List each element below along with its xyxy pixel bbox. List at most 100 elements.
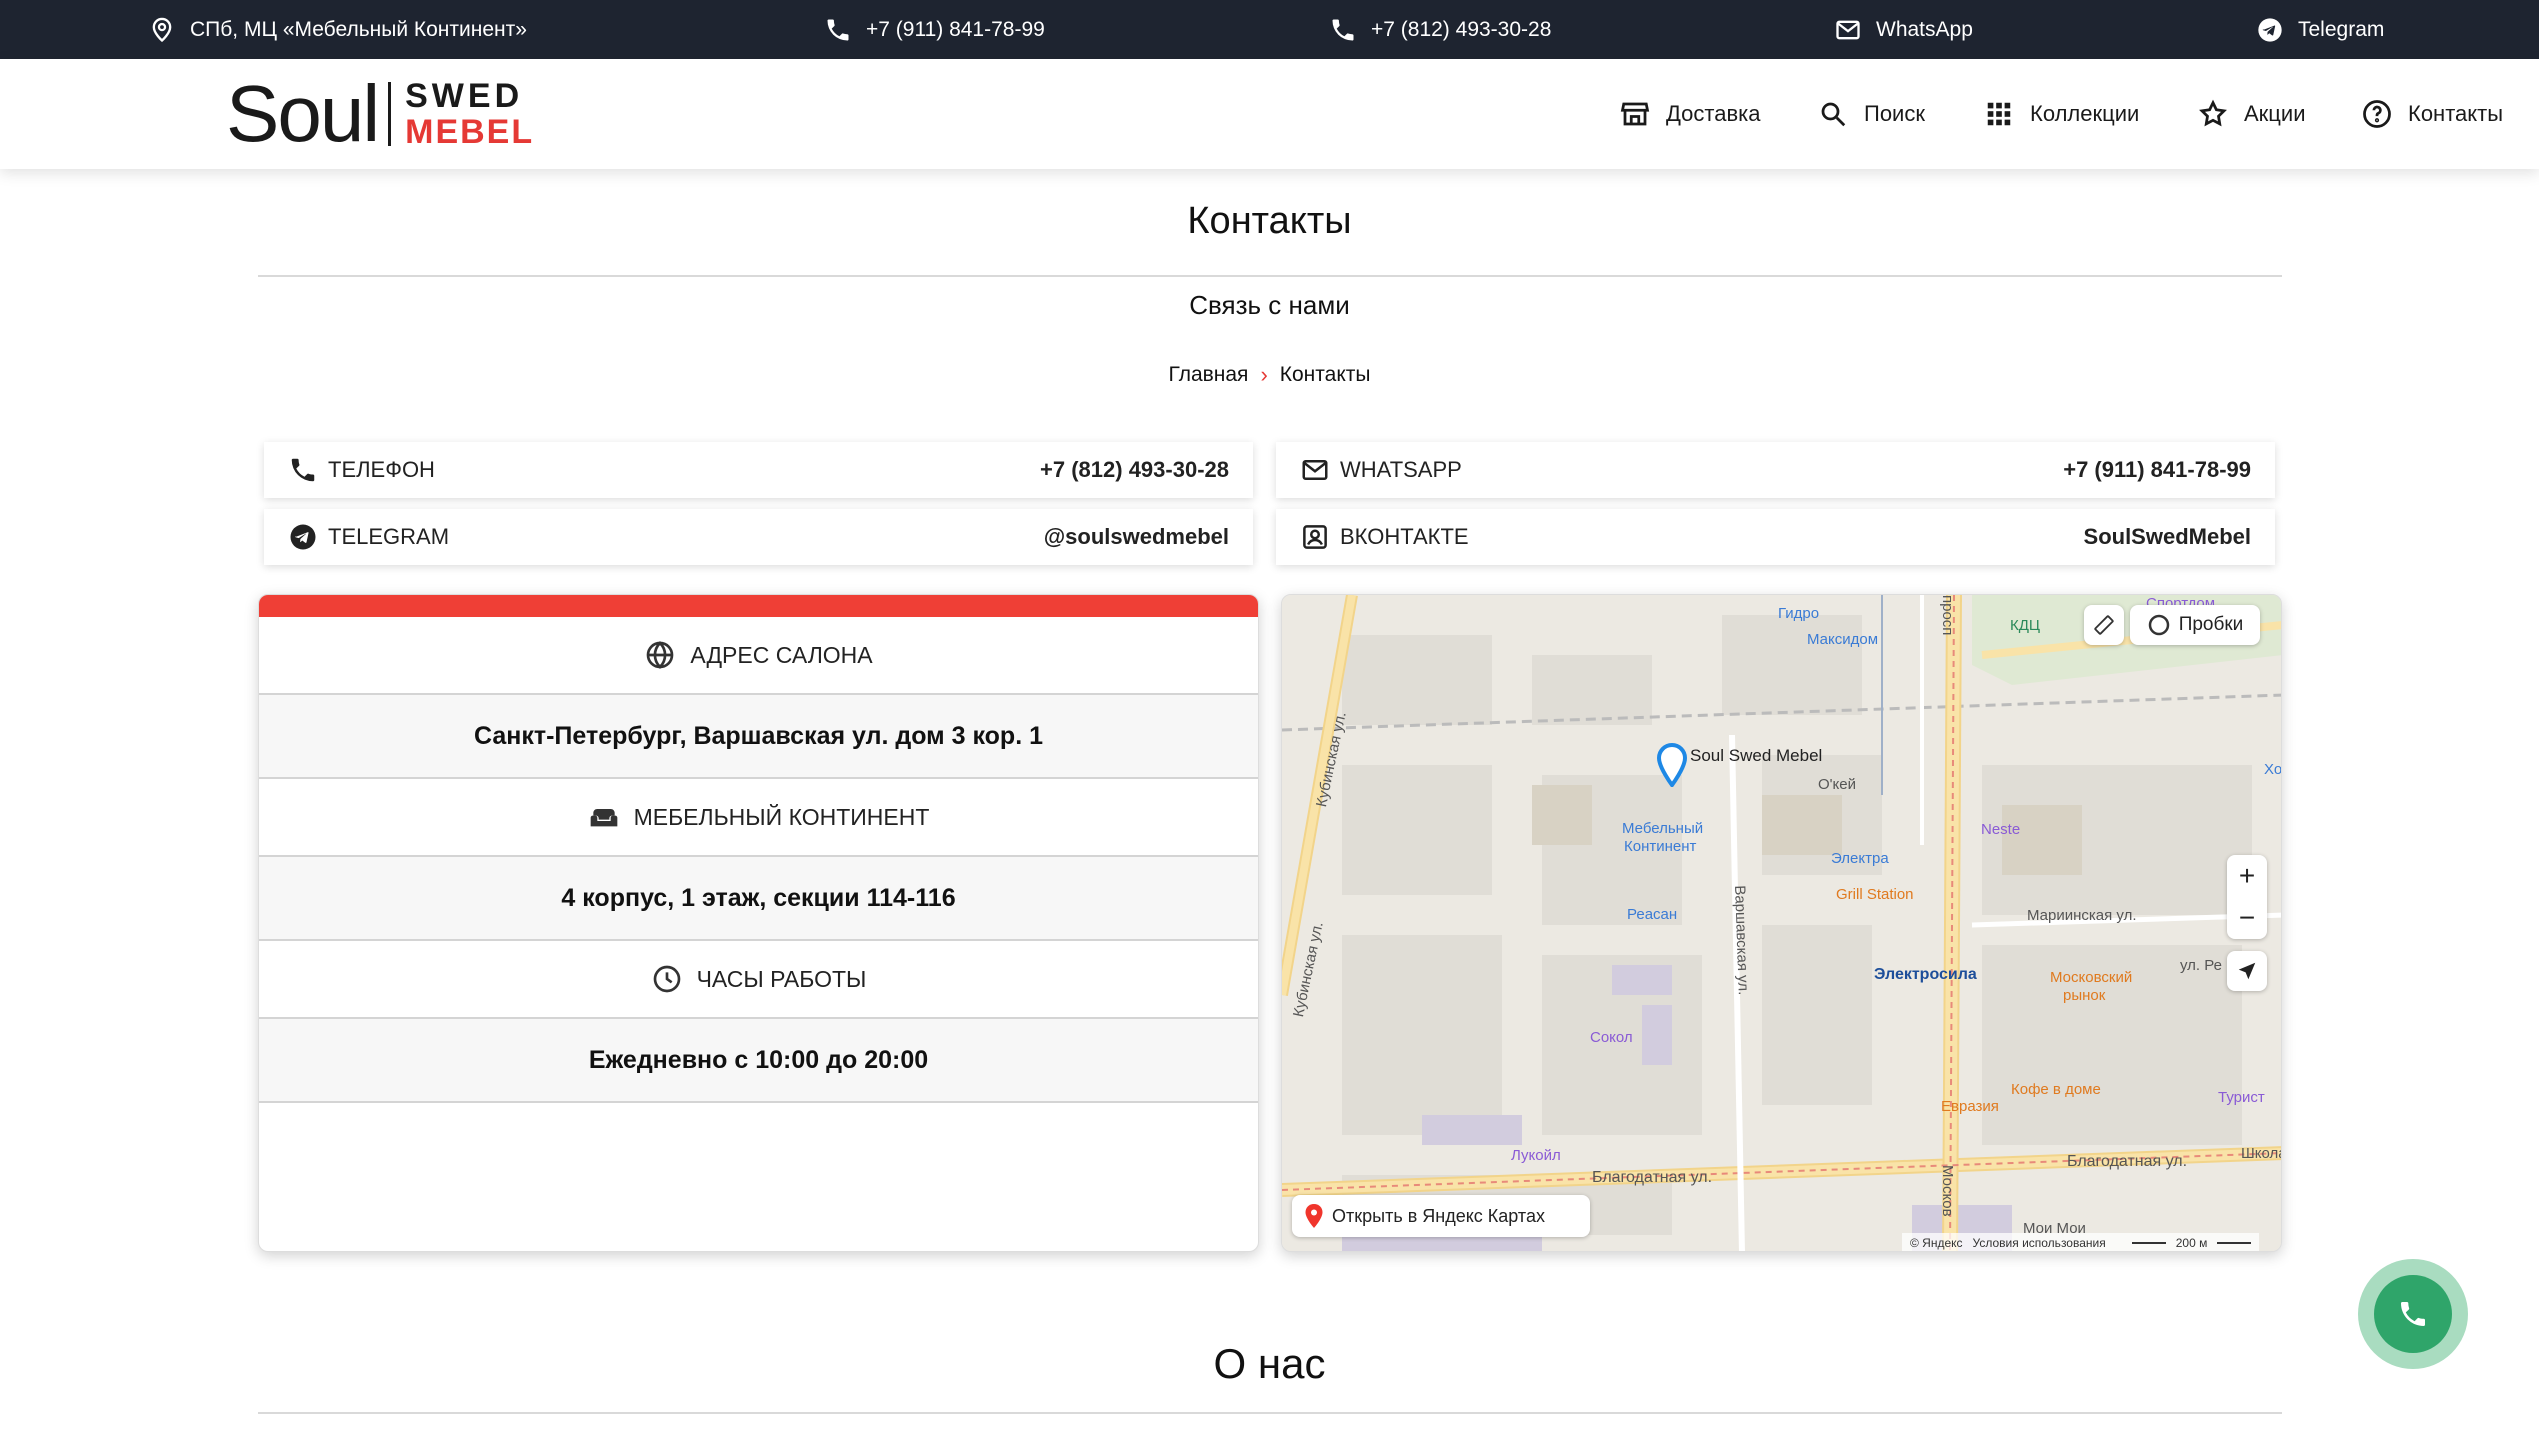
nav-sales-label: Акции — [2244, 101, 2306, 126]
topbar-telegram[interactable]: Telegram — [2256, 0, 2384, 59]
map-place-gidro: Гидро — [1778, 605, 1820, 622]
map-place-ho: Хо — [2264, 761, 2282, 778]
nav-delivery-label: Доставка — [1666, 101, 1761, 126]
map-place-mosrynok2: рынок — [2063, 987, 2106, 1004]
map-place-evraziya: Евразия — [1941, 1098, 1999, 1115]
map-place-grill: Grill Station — [1836, 886, 1914, 903]
contact-whatsapp-label: WhatsApp — [1340, 457, 1462, 482]
contact-card-whatsapp[interactable]: WhatsApp +7 (911) 841-78-99 — [1276, 442, 2275, 498]
zoom-out-button[interactable]: − — [2239, 897, 2255, 939]
floating-call-button[interactable] — [2358, 1259, 2468, 1369]
contact-vk-label-wrap: ВКонтакте — [1300, 522, 1469, 552]
nav-search[interactable]: Поиск — [1818, 59, 1925, 169]
page-title: Контакты — [1187, 200, 1352, 242]
contact-card-telegram[interactable]: Telegram @soulswedmebel — [264, 509, 1253, 565]
contact-card-vk[interactable]: ВКонтакте SoulSwedMebel — [1276, 509, 2275, 565]
topbar-phone-2[interactable]: +7 (812) 493-30-28 — [1329, 0, 1551, 59]
map-place-reasan: Реасан — [1627, 906, 1678, 923]
map-place-sokol: Сокол — [1590, 1029, 1633, 1046]
map-terms-link[interactable]: Условия использования — [1973, 1236, 2106, 1250]
map-place-neste: Neste — [1981, 821, 2021, 838]
yandex-map[interactable]: Soul Swed Mebel Гидро Максидом О'кей Меб… — [1281, 594, 2282, 1252]
topbar-phone-1-text: +7 (911) 841-78-99 — [866, 17, 1045, 41]
contact-vk-value[interactable]: SoulSwedMebel — [2084, 524, 2251, 550]
store-icon — [1620, 102, 1650, 126]
map-place-elektra: Электра — [1831, 850, 1889, 867]
mall-value-row: 4 корпус, 1 этаж, секции 114-116 — [259, 857, 1258, 941]
location-pin-icon — [152, 17, 172, 42]
nav-contacts-label: Контакты — [2408, 101, 2504, 126]
clock-icon — [653, 965, 680, 993]
map-street-ulre: ул. Ре — [2180, 957, 2222, 974]
address-header-label: Адрес салона — [690, 641, 873, 668]
topbar-address-text: СПб, МЦ «Мебельный Континент» — [190, 17, 527, 41]
map-place-elektrosila: Электросила — [1874, 966, 1977, 983]
contact-phone-label-wrap: Телефон — [288, 455, 435, 485]
map-place-lukoil: Лукойл — [1511, 1147, 1561, 1164]
nav-delivery[interactable]: Доставка — [1620, 59, 1760, 169]
contact-phone-label: Телефон — [328, 457, 435, 482]
page-subtitle: Связь с нами — [1189, 290, 1350, 320]
zoom-in-button[interactable]: + — [2239, 855, 2255, 897]
header: Soul SWED MEBEL Доставка Поиск Коллекции… — [0, 59, 2539, 169]
map-place-kofe: Кофе в доме — [2011, 1081, 2101, 1098]
mall-header: Мебельный континент — [259, 779, 1258, 857]
hours-value: Ежедневно с 10:00 до 20:00 — [588, 1045, 929, 1074]
phone-icon — [291, 458, 315, 482]
traffic-icon — [2148, 614, 2169, 636]
breadcrumb-home[interactable]: Главная — [1169, 363, 1249, 387]
map-place-mosrynok1: Московский — [2050, 969, 2133, 986]
search-icon — [1821, 102, 1846, 127]
location-pin-icon[interactable] — [1656, 743, 1688, 787]
nav-contacts[interactable]: Контакты — [2362, 59, 2503, 169]
logo[interactable]: Soul SWED MEBEL — [226, 69, 534, 158]
breadcrumb: Главная › Контакты — [0, 362, 2539, 388]
globe-icon — [647, 641, 674, 669]
grid-icon — [1987, 102, 2011, 126]
contact-telegram-value[interactable]: @soulswedmebel — [1044, 524, 1229, 550]
open-in-yandex-maps-label: Открыть в Яндекс Картах — [1332, 1205, 1545, 1226]
geolocation-button[interactable] — [2227, 951, 2267, 991]
contact-card-phone[interactable]: Телефон +7 (812) 493-30-28 — [264, 442, 1253, 498]
map-street-marinskaya: Мариинская ул. — [2027, 907, 2137, 924]
address-value: Санкт-Петербург, Варшавская ул. дом 3 ко… — [473, 721, 1043, 750]
contact-vk-label: ВКонтакте — [1340, 524, 1469, 549]
nav-sales[interactable]: Акции — [2198, 59, 2305, 169]
map-copyright[interactable]: © Яндекс — [1910, 1236, 1963, 1250]
help-icon — [2363, 100, 2391, 128]
map-street-moskov: Москов — [1939, 1165, 1956, 1217]
contact-telegram-label: Telegram — [328, 524, 450, 549]
map-scale-label: 200 м — [2175, 1236, 2208, 1250]
navigation-arrow-icon — [2238, 962, 2256, 980]
nav-collections[interactable]: Коллекции — [1984, 59, 2139, 169]
about-divider — [258, 1412, 2282, 1414]
map-scale-bar — [2131, 1242, 2166, 1244]
traffic-button-label: Пробки — [2178, 614, 2244, 635]
hours-value-row: Ежедневно с 10:00 до 20:00 — [259, 1019, 1258, 1103]
hours-header: Часы работы — [259, 941, 1258, 1019]
topbar-telegram-text: Telegram — [2298, 17, 2385, 41]
telegram-icon — [2258, 17, 2282, 42]
phone-icon — [1332, 19, 1354, 40]
mall-value: 4 корпус, 1 этаж, секции 114-116 — [561, 883, 956, 912]
ruler-icon — [2094, 615, 2114, 635]
map-marker-label: Soul Swed Mebel — [1690, 746, 1823, 765]
map-footer: © Яндекс Условия использования 200 м — [1902, 1233, 2260, 1251]
ruler-button[interactable] — [2084, 605, 2124, 645]
contact-phone-value[interactable]: +7 (812) 493-30-28 — [1040, 457, 1229, 483]
title-divider — [258, 275, 2282, 277]
traffic-button[interactable]: Пробки — [2130, 605, 2260, 645]
logo-soul: Soul — [226, 69, 380, 158]
contact-card-icon — [1303, 525, 1327, 549]
mail-icon — [1302, 460, 1328, 480]
open-in-yandex-maps-button[interactable]: Открыть в Яндекс Картах — [1292, 1195, 1590, 1237]
nav-search-label: Поиск — [1864, 101, 1925, 126]
topbar-address[interactable]: СПб, МЦ «Мебельный Континент» — [148, 0, 527, 59]
map-place-okey: О'кей — [1818, 776, 1856, 793]
topbar-phone-1[interactable]: +7 (911) 841-78-99 — [824, 0, 1045, 59]
contact-whatsapp-value[interactable]: +7 (911) 841-78-99 — [2063, 457, 2251, 483]
address-header: Адрес салона — [259, 617, 1258, 695]
mall-header-label: Мебельный континент — [633, 803, 930, 830]
phone-icon — [2401, 1302, 2425, 1326]
topbar-whatsapp[interactable]: WhatsApp — [1834, 0, 1973, 59]
